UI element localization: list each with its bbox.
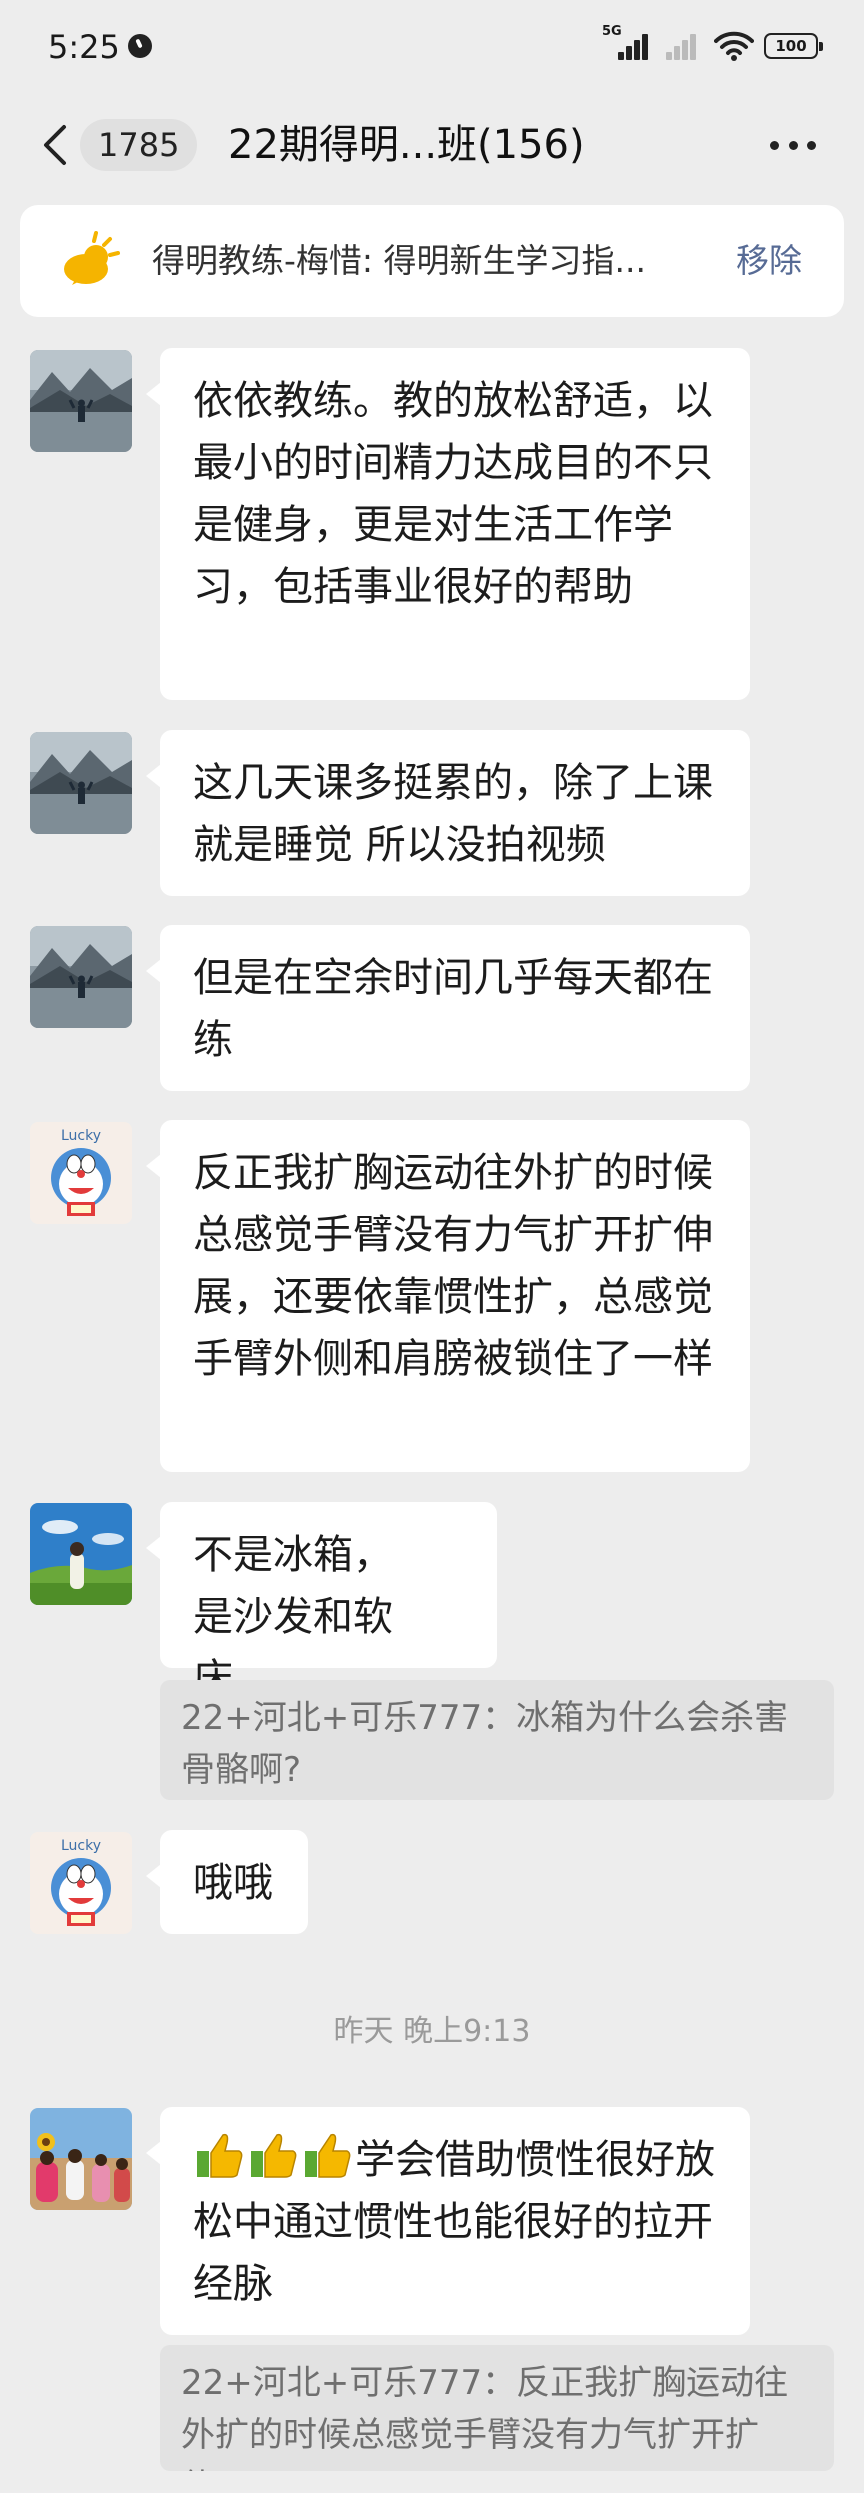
avatar-mountain-lake[interactable] (30, 732, 132, 834)
cell-signal-icon: 5G (602, 24, 650, 62)
message-line: 不是冰箱， (193, 1532, 393, 1578)
svg-text:Lucky: Lucky (61, 1838, 101, 1854)
status-bar: 5:25 5G 100 (0, 0, 864, 95)
avatar-doraemon-lucky[interactable]: Lucky (30, 1122, 132, 1224)
mountain-lake-icon (30, 732, 132, 834)
unread-count-badge[interactable]: 1785 (80, 119, 198, 171)
avatar-grassland-person[interactable] (30, 1503, 132, 1605)
message-bubble[interactable]: 反正我扩胸运动往外扩的时候总感觉手臂没有力气扩开扩伸展，还要依靠惯性扩，总感觉手… (146, 1120, 750, 1472)
quoted-message[interactable]: 22+河北+可乐777：反正我扩胸运动往外扩的时候总感觉手臂没有力气扩开扩伸..… (160, 2345, 834, 2471)
battery-icon: 100 (764, 33, 823, 59)
message-bubble[interactable]: 依依教练。教的放松舒适，以最小的时间精力达成目的不只是健身，更是对生活工作学习，… (146, 348, 750, 700)
avatar-mountain-lake[interactable] (30, 926, 132, 1028)
message-bubble[interactable]: 但是在空余时间几乎每天都在练 (146, 925, 750, 1091)
wifi-icon (714, 31, 754, 61)
thumbs-up-icon (251, 2133, 297, 2178)
avatar-doraemon-lucky[interactable]: Lucky (30, 1832, 132, 1934)
more-options-icon[interactable] (770, 141, 816, 151)
avatar-sunflower-group[interactable] (30, 2108, 132, 2210)
remove-button[interactable]: 移除 (736, 239, 802, 283)
message-bubble[interactable]: 哦哦 (146, 1830, 308, 1934)
status-time: 5:25 (48, 28, 120, 66)
sunflower-group-icon (30, 2108, 132, 2210)
message-bubble[interactable]: 这几天课多挺累的，除了上课就是睡觉 所以没拍视频 (146, 730, 750, 896)
thumbs-up-icon (305, 2133, 351, 2178)
status-indicators: 5G 100 (602, 24, 823, 64)
cell-signal-2-icon (660, 30, 704, 62)
message-bubble[interactable]: 学会借助惯性很好放松中通过惯性也能很好的拉开经脉 (146, 2107, 750, 2335)
announcement-text: 得明教练-梅惜: 得明新生学习指... (152, 241, 646, 280)
network-type-label: 5G (602, 24, 622, 39)
mountain-lake-icon (30, 926, 132, 1028)
sun-cloud-icon (64, 231, 120, 285)
doraemon-icon: Lucky (30, 1122, 132, 1224)
mountain-lake-icon (30, 350, 132, 452)
back-arrow-icon[interactable] (38, 123, 78, 167)
chat-title: 22期得明...班(156) (228, 122, 585, 168)
svg-text:Lucky: Lucky (61, 1128, 101, 1144)
chat-header: 1785 22期得明...班(156) (0, 105, 864, 185)
quoted-message[interactable]: 22+河北+可乐777：冰箱为什么会杀害骨骼啊? (160, 1680, 834, 1800)
grassland-person-icon (30, 1503, 132, 1605)
pinned-announcement[interactable]: 得明教练-梅惜: 得明新生学习指... 移除 (20, 205, 844, 317)
battery-level: 100 (775, 37, 807, 55)
notification-icon (128, 34, 152, 58)
thumbs-up-icon (197, 2133, 243, 2178)
time-separator: 昨天 晚上9:13 (333, 2014, 531, 2049)
doraemon-icon: Lucky (30, 1832, 132, 1934)
message-bubble[interactable]: 不是冰箱， 是沙发和软床。 (146, 1502, 497, 1702)
avatar-mountain-lake[interactable] (30, 350, 132, 452)
